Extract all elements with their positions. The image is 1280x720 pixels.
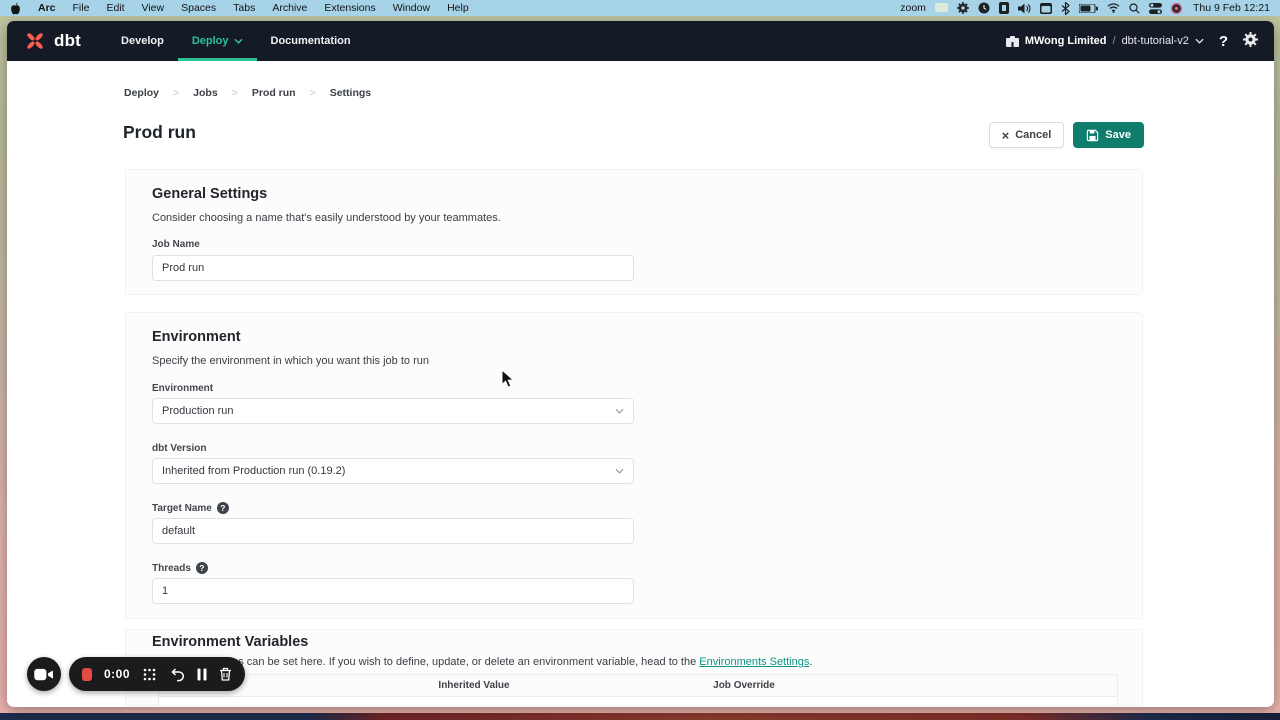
environment-section: Environment Specify the environment in w… (125, 312, 1143, 619)
menubar-clock[interactable]: Thu 9 Feb 12:21 (1193, 2, 1270, 14)
menu-app-icon[interactable] (999, 2, 1009, 14)
recording-timer: 0:00 (104, 667, 130, 681)
battery-icon[interactable] (1079, 4, 1098, 13)
close-icon: × (1002, 128, 1010, 143)
pause-recording-icon[interactable] (197, 668, 207, 681)
section-title-environment: Environment (152, 329, 241, 345)
breadcrumb-prod-run[interactable]: Prod run (252, 87, 296, 99)
account-switcher[interactable]: MWong Limited / dbt-tutorial-v2 (1006, 35, 1204, 47)
section-title-general: General Settings (152, 186, 267, 202)
breadcrumb-separator: > (173, 87, 179, 99)
chevron-down-icon (615, 408, 624, 414)
cancel-button[interactable]: × Cancel (989, 122, 1065, 148)
browser-window: dbt Develop Deploy Documentation MWong L… (7, 21, 1274, 707)
target-name-input[interactable] (152, 518, 634, 544)
help-icon[interactable]: ? (196, 562, 208, 574)
menubar-item-archive[interactable]: Archive (272, 2, 307, 14)
dbt-logo[interactable]: dbt (23, 29, 81, 53)
control-center-icon[interactable] (1149, 3, 1162, 14)
environments-settings-link[interactable]: Environments Settings (699, 656, 809, 668)
dbt-logo-icon (23, 29, 47, 53)
column-header-job-override: Job Override (599, 680, 889, 691)
threads-label: Threads ? (152, 562, 208, 574)
breadcrumb-deploy[interactable]: Deploy (124, 87, 159, 99)
account-path-separator: / (1113, 35, 1116, 47)
breadcrumb: Deploy > Jobs > Prod run > Settings (124, 87, 371, 99)
environment-variables-section: Environment Variables Job level override… (125, 629, 1143, 706)
apple-icon[interactable] (10, 2, 21, 15)
stop-recording-button[interactable] (82, 668, 92, 681)
save-icon (1086, 129, 1099, 142)
save-button[interactable]: Save (1073, 122, 1144, 148)
menubar-item-view[interactable]: View (142, 2, 165, 14)
zoom-menu-label[interactable]: zoom (900, 2, 926, 14)
menubar-item-edit[interactable]: Edit (106, 2, 124, 14)
environment-label: Environment (152, 383, 213, 394)
nav-item-develop[interactable]: Develop (107, 21, 178, 61)
desktop-background: Arc File Edit View Spaces Tabs Archive E… (0, 0, 1280, 720)
job-name-label: Job Name (152, 239, 200, 250)
volume-icon[interactable] (1018, 3, 1031, 14)
env-vars-description: Job level overrides can be set here. If … (152, 656, 812, 668)
account-name: MWong Limited (1025, 35, 1107, 47)
env-vars-table-header: Inherited Value Job Override (159, 675, 1117, 697)
help-icon[interactable]: ? (217, 502, 229, 514)
job-settings-page: Deploy > Jobs > Prod run > Settings Prod… (7, 61, 1274, 706)
dbt-version-select[interactable]: Inherited from Production run (0.19.2) (152, 458, 634, 484)
chevron-down-icon (234, 38, 243, 44)
dbt-version-label: dbt Version (152, 443, 206, 454)
target-name-label: Target Name ? (152, 502, 229, 514)
environment-select[interactable]: Production run (152, 398, 634, 424)
threads-input[interactable] (152, 578, 634, 604)
nav-item-deploy[interactable]: Deploy (178, 21, 257, 61)
breadcrumb-settings: Settings (330, 87, 371, 99)
section-subtitle-environment: Specify the environment in which you wan… (152, 355, 429, 367)
screen-recording-indicator[interactable] (1171, 3, 1182, 14)
desktop-wallpaper-strip (0, 713, 1280, 720)
page-title: Prod run (123, 122, 196, 143)
chevron-down-icon (615, 468, 624, 474)
project-name: dbt-tutorial-v2 (1122, 35, 1189, 47)
screen-mirroring-icon[interactable] (935, 3, 948, 13)
camera-bubble-button[interactable] (27, 657, 61, 691)
nav-item-documentation[interactable]: Documentation (257, 21, 365, 61)
menubar-app-name[interactable]: Arc (38, 2, 56, 14)
calendar-icon[interactable] (1040, 3, 1052, 14)
search-icon[interactable] (1129, 3, 1140, 14)
env-vars-table: Inherited Value Job Override (158, 674, 1118, 706)
dbt-logo-text: dbt (54, 31, 81, 51)
section-subtitle-general: Consider choosing a name that's easily u… (152, 212, 501, 224)
recording-toolbar: 0:00 (69, 657, 245, 691)
menubar-item-help[interactable]: Help (447, 2, 469, 14)
menubar-item-extensions[interactable]: Extensions (324, 2, 375, 14)
bluetooth-icon[interactable] (1061, 2, 1070, 15)
column-header-inherited-value: Inherited Value (349, 680, 599, 691)
delete-recording-icon[interactable] (219, 667, 232, 681)
help-menu-button[interactable]: ? (1219, 33, 1228, 50)
table-row (159, 697, 1117, 706)
menubar-item-file[interactable]: File (73, 2, 90, 14)
dbt-navbar: dbt Develop Deploy Documentation MWong L… (7, 21, 1274, 61)
effects-grid-icon[interactable] (142, 667, 157, 682)
breadcrumb-jobs[interactable]: Jobs (193, 87, 218, 99)
wifi-icon[interactable] (1107, 3, 1120, 13)
settings-gear-icon[interactable] (1243, 32, 1258, 50)
chevron-down-icon (1195, 38, 1204, 44)
breadcrumb-separator: > (310, 87, 316, 99)
job-name-input[interactable] (152, 255, 634, 281)
macos-menu-bar: Arc File Edit View Spaces Tabs Archive E… (0, 0, 1280, 16)
video-camera-icon (34, 668, 54, 681)
breadcrumb-separator: > (232, 87, 238, 99)
organization-icon (1006, 36, 1019, 47)
clock-app-icon[interactable] (978, 2, 990, 14)
general-settings-section: General Settings Consider choosing a nam… (125, 169, 1143, 295)
menubar-item-tabs[interactable]: Tabs (233, 2, 255, 14)
gear-menu-icon[interactable] (957, 2, 969, 14)
menubar-item-spaces[interactable]: Spaces (181, 2, 216, 14)
section-title-env-vars: Environment Variables (152, 634, 308, 650)
menubar-item-window[interactable]: Window (393, 2, 430, 14)
restart-recording-icon[interactable] (169, 667, 185, 682)
